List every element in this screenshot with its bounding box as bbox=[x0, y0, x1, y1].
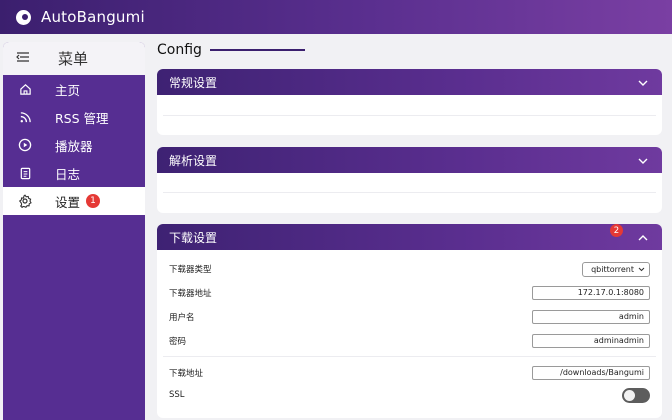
divider bbox=[163, 115, 656, 116]
setting-row-downloader-host: 下载器地址 172.17.0.1:8080 bbox=[169, 284, 650, 302]
download-path-input[interactable]: /downloads/Bangumi bbox=[532, 366, 650, 380]
panel-download-settings: 下载设置 下载器类型 qbittorrent 下载器地址 172.17.0.1:… bbox=[157, 224, 662, 418]
page-title: Config bbox=[157, 42, 305, 58]
field-label: 用户名 bbox=[169, 313, 195, 323]
field-label: 密码 bbox=[169, 337, 187, 347]
setting-row-ssl: SSL bbox=[169, 386, 650, 404]
setting-row-password: 密码 adminadmin bbox=[169, 332, 650, 350]
page-title-text: Config bbox=[157, 42, 202, 58]
chevron-down-icon bbox=[638, 153, 648, 167]
panel-header[interactable]: 常规设置 bbox=[157, 69, 662, 95]
panel-general-settings: 常规设置 bbox=[157, 69, 662, 135]
panel-parser-settings: 解析设置 bbox=[157, 147, 662, 213]
sidebar-item-label: 播放器 bbox=[55, 138, 93, 154]
sidebar-item-home[interactable]: 主页 bbox=[3, 75, 145, 103]
sidebar-item-label: 设置 bbox=[55, 194, 81, 210]
sidebar-item-settings[interactable]: 设置 1 bbox=[3, 187, 145, 215]
top-bar: AutoBangumi bbox=[0, 0, 672, 34]
field-label: 下载器地址 bbox=[169, 289, 212, 299]
sidebar-item-log[interactable]: 日志 bbox=[3, 159, 145, 187]
gear-icon bbox=[17, 193, 33, 209]
setting-row-downloader-type: 下载器类型 qbittorrent bbox=[169, 260, 650, 278]
panel-title: 下载设置 bbox=[169, 230, 218, 245]
username-input[interactable]: admin bbox=[532, 310, 650, 324]
panel-header[interactable]: 解析设置 bbox=[157, 147, 662, 173]
notification-badge: 2 bbox=[610, 224, 623, 237]
chevron-down-icon bbox=[638, 265, 645, 274]
rss-icon bbox=[17, 109, 33, 125]
sidebar-item-label: 主页 bbox=[55, 82, 81, 98]
panel-title: 常规设置 bbox=[169, 75, 218, 90]
notification-badge: 1 bbox=[86, 194, 101, 208]
chevron-down-icon bbox=[638, 75, 648, 89]
title-underline bbox=[209, 49, 305, 51]
panel-header[interactable]: 下载设置 bbox=[157, 224, 662, 250]
play-icon bbox=[17, 137, 33, 153]
setting-row-download-path: 下载地址 /downloads/Bangumi bbox=[169, 364, 650, 382]
password-input[interactable]: adminadmin bbox=[532, 334, 650, 348]
app-logo-icon bbox=[16, 9, 31, 25]
downloader-host-input[interactable]: 172.17.0.1:8080 bbox=[532, 286, 650, 300]
ssl-toggle[interactable] bbox=[622, 387, 650, 403]
divider bbox=[163, 192, 656, 193]
field-label: 下载地址 bbox=[169, 369, 204, 379]
sidebar-item-player[interactable]: 播放器 bbox=[3, 131, 145, 159]
field-label: 下载器类型 bbox=[169, 265, 212, 275]
sidebar: 菜单 主页 RSS 管理 播放器 日志 设置 1 bbox=[3, 42, 145, 420]
sidebar-item-label: RSS 管理 bbox=[55, 110, 109, 126]
downloader-type-select[interactable]: qbittorrent bbox=[582, 261, 650, 277]
app-title: AutoBangumi bbox=[41, 8, 145, 26]
select-value: qbittorrent bbox=[591, 264, 634, 274]
log-icon bbox=[17, 165, 33, 181]
chevron-up-icon bbox=[638, 230, 648, 244]
setting-row-username: 用户名 admin bbox=[169, 308, 650, 326]
sidebar-item-rss[interactable]: RSS 管理 bbox=[3, 103, 145, 131]
sidebar-header: 菜单 bbox=[3, 42, 145, 75]
panel-title: 解析设置 bbox=[169, 153, 218, 168]
sidebar-item-label: 日志 bbox=[55, 166, 81, 182]
divider bbox=[163, 356, 656, 357]
collapse-menu-icon[interactable] bbox=[16, 51, 42, 67]
menu-title: 菜单 bbox=[58, 50, 89, 68]
field-label: SSL bbox=[169, 390, 185, 400]
home-icon bbox=[17, 81, 33, 97]
